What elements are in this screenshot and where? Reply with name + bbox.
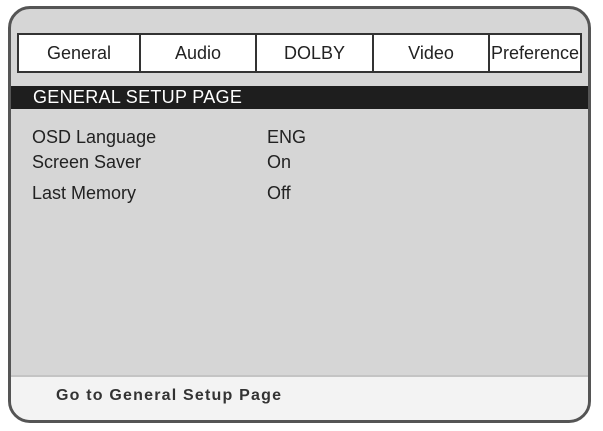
setting-row-screen-saver[interactable]: Screen Saver On (32, 152, 432, 183)
setting-row-last-memory[interactable]: Last Memory Off (32, 183, 432, 211)
setting-label: Last Memory (32, 183, 137, 203)
setting-value: On (267, 152, 292, 172)
settings-list: OSD Language ENG Screen Saver On Last Me… (32, 127, 432, 211)
tab-preference[interactable]: Preference (490, 35, 580, 71)
setting-value: Off (267, 183, 291, 203)
status-text: Go to General Setup Page (56, 387, 283, 404)
tab-bar: General Audio DOLBY Video Preference (17, 33, 582, 73)
tab-dolby[interactable]: DOLBY (257, 35, 374, 71)
status-bar: Go to General Setup Page (11, 375, 588, 420)
page-title: GENERAL SETUP PAGE (11, 86, 588, 109)
setup-menu-window: General Audio DOLBY Video Preference GEN… (8, 6, 591, 423)
tab-general[interactable]: General (19, 35, 141, 71)
tab-video[interactable]: Video (374, 35, 490, 71)
setting-label: Screen Saver (32, 152, 142, 172)
setting-label: OSD Language (32, 127, 157, 147)
setting-row-osd-language[interactable]: OSD Language ENG (32, 127, 432, 152)
tab-audio[interactable]: Audio (141, 35, 257, 71)
setting-value: ENG (267, 127, 307, 147)
